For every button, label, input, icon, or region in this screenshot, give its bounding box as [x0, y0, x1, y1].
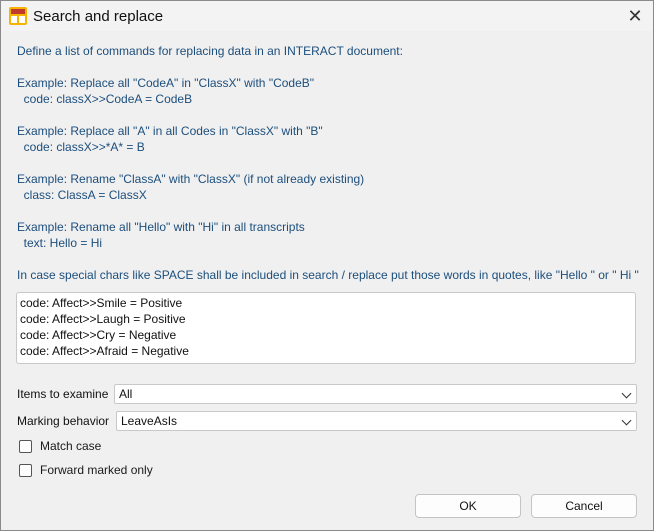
example1-code: code: classX>>CodeA = CodeB: [17, 92, 193, 106]
example4-code: text: Hello = Hi: [17, 236, 103, 250]
commands-textarea[interactable]: code: Affect>>Smile = Positive code: Aff…: [16, 292, 636, 364]
items-to-examine-label: Items to examine: [17, 387, 109, 401]
interact-app-icon: [9, 7, 27, 25]
command-line: code: Affect>>Smile = Positive: [20, 296, 183, 310]
chevron-down-icon: [621, 388, 632, 399]
example3-title: Example: Rename "ClassA" with "ClassX" (…: [17, 172, 365, 186]
intro-text: Define a list of commands for replacing …: [17, 44, 403, 58]
ok-button[interactable]: OK: [415, 494, 521, 518]
example1-title: Example: Replace all "CodeA" in "ClassX"…: [17, 76, 315, 90]
marking-behavior-value: LeaveAsIs: [121, 414, 178, 428]
cancel-button[interactable]: Cancel: [531, 494, 637, 518]
match-case-checkbox[interactable]: [19, 439, 32, 453]
example2-code: code: classX>>*A* = B: [17, 140, 145, 154]
example2-title: Example: Replace all "A" in all Codes in…: [17, 124, 323, 138]
example4-title: Example: Rename all "Hello" with "Hi" in…: [17, 220, 305, 234]
match-case-option[interactable]: Match case: [19, 439, 101, 453]
items-to-examine-value: All: [119, 387, 133, 401]
forward-marked-only-option[interactable]: Forward marked only: [19, 463, 153, 477]
search-replace-dialog: Search and replace ✕ Define a list of co…: [0, 0, 654, 531]
close-icon[interactable]: ✕: [623, 4, 647, 28]
command-line: code: Affect>>Laugh = Positive: [20, 312, 186, 326]
special-chars-note: In case special chars like SPACE shall b…: [17, 268, 639, 282]
items-to-examine-select[interactable]: All: [114, 384, 637, 404]
window-title: Search and replace: [33, 8, 164, 25]
marking-behavior-label: Marking behavior: [17, 414, 110, 428]
chevron-down-icon: [621, 415, 632, 426]
title-bar: Search and replace ✕: [1, 1, 653, 31]
marking-behavior-select[interactable]: LeaveAsIs: [116, 411, 637, 431]
example3-code: class: ClassA = ClassX: [17, 188, 147, 202]
forward-marked-only-checkbox[interactable]: [19, 463, 32, 477]
command-line: code: Affect>>Afraid = Negative: [20, 344, 189, 358]
match-case-label: Match case: [40, 439, 102, 453]
forward-marked-only-label: Forward marked only: [40, 463, 153, 477]
command-line: code: Affect>>Cry = Negative: [20, 328, 177, 342]
